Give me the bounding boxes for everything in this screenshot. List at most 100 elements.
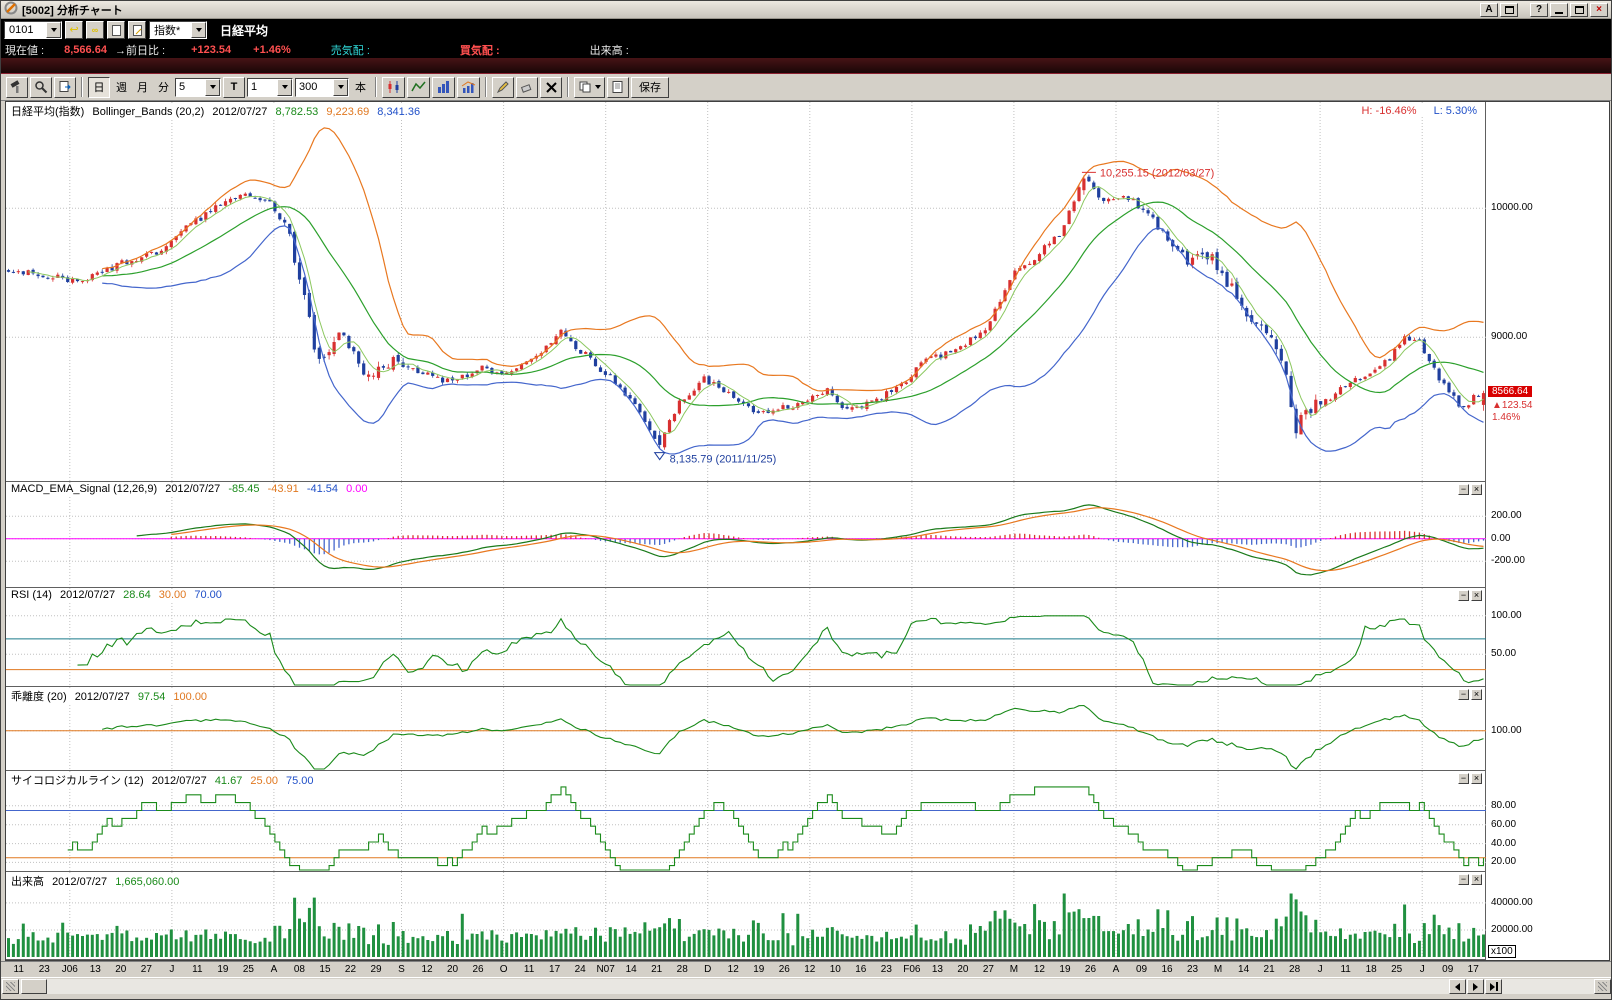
volume-value: 1,665,060.00: [115, 876, 179, 888]
time-axis: 1123J06132027J111925A08152229S122026O111…: [1, 961, 1611, 977]
grid-toggle-button[interactable]: [2, 979, 19, 994]
macd-panel: MACD_EMA_Signal (12,26,9) 2012/07/27 -85…: [6, 482, 1609, 588]
panel-close-button[interactable]: ×: [1471, 874, 1482, 885]
panel-minimize-button[interactable]: −: [1458, 590, 1469, 601]
period-month-button[interactable]: 月: [133, 79, 152, 95]
export-button[interactable]: [54, 77, 76, 98]
scroll-end-button[interactable]: [1485, 979, 1502, 994]
clear-drawings-button[interactable]: [540, 77, 562, 98]
bar-count-select[interactable]: 300: [295, 78, 349, 97]
tick-button[interactable]: T: [223, 77, 245, 98]
panel-close-button[interactable]: ×: [1471, 484, 1482, 495]
minimize-button[interactable]: [1550, 3, 1568, 17]
chevron-down-icon[interactable]: [205, 79, 220, 96]
interval-select[interactable]: 1: [247, 78, 293, 97]
save-button[interactable]: 保存: [631, 77, 669, 98]
page-edit-icon: [133, 25, 142, 36]
scrollbar-thumb[interactable]: [21, 979, 47, 994]
price-chart-plot[interactable]: 日経平均(指数) Bollinger_Bands (20,2) 2012/07/…: [6, 102, 1486, 482]
resize-grip[interactable]: [1594, 979, 1611, 994]
panel-minimize-button[interactable]: −: [1458, 874, 1469, 885]
ask-label: 売気配 :: [331, 42, 370, 58]
restore-button[interactable]: [1570, 3, 1588, 17]
axis-tick: 20.00: [1491, 856, 1516, 867]
bars-line-icon: [461, 80, 476, 94]
back-button[interactable]: ↩: [65, 21, 83, 39]
chevron-down-icon[interactable]: [191, 22, 206, 38]
price-change-pct-tag: 1.46%: [1492, 412, 1520, 423]
scroll-left-button[interactable]: [1449, 979, 1466, 994]
code-select[interactable]: 0101: [4, 21, 62, 39]
category-select[interactable]: 指数*: [149, 21, 207, 39]
axis-tick: 40.00: [1491, 838, 1516, 849]
volume-plot[interactable]: 出来高 2012/07/27 1,665,060.00 −×: [6, 872, 1486, 960]
app-window: [5002] 分析チャート A ? × 0101 ↩ ∞ 指数* 日経平均 現在…: [0, 0, 1612, 1000]
chevron-down-icon[interactable]: [277, 79, 292, 96]
legend-date: 2012/07/27: [212, 106, 267, 118]
time-axis-label: 26: [1085, 964, 1096, 975]
rsi-axis: 100.0050.00: [1486, 588, 1608, 687]
scrollbar-track[interactable]: [1, 979, 1611, 994]
price-change-tag: ▲123.54: [1492, 400, 1532, 411]
arrow-right-icon: [1473, 983, 1478, 991]
bar-count-value: 300: [296, 81, 333, 93]
help-button[interactable]: ?: [1530, 3, 1548, 17]
separator-band: [1, 58, 1611, 74]
panel-window-buttons: −×: [1458, 590, 1482, 601]
category-value: 指数*: [150, 22, 191, 38]
export-page-icon: [58, 80, 72, 94]
layout-button[interactable]: [607, 77, 629, 98]
scroll-right-button[interactable]: [1467, 979, 1484, 994]
bar-chart-icon: [436, 80, 451, 94]
time-axis-label: 12: [1034, 964, 1045, 975]
macd-plot[interactable]: MACD_EMA_Signal (12,26,9) 2012/07/27 -85…: [6, 482, 1486, 588]
panel-minimize-button[interactable]: −: [1458, 689, 1469, 700]
psych-plot[interactable]: サイコロジカルライン (12) 2012/07/27 41.67 25.00 7…: [6, 771, 1486, 872]
chevron-down-icon[interactable]: [333, 79, 348, 96]
copy-button[interactable]: [574, 77, 605, 98]
axis-tick: 10000.00: [1491, 202, 1533, 213]
axis-tick: 200.00: [1491, 510, 1522, 521]
time-axis-label: 13: [932, 964, 943, 975]
change-pct-value: +1.46%: [253, 44, 291, 56]
font-size-button[interactable]: A: [1480, 3, 1498, 17]
pen-tool-button[interactable]: [492, 77, 514, 98]
panel-close-button[interactable]: ×: [1471, 689, 1482, 700]
period-week-button[interactable]: 週: [112, 79, 131, 95]
bar-chart-button[interactable]: [432, 77, 455, 98]
close-button[interactable]: ×: [1590, 3, 1608, 17]
panel-close-button[interactable]: ×: [1471, 773, 1482, 784]
time-axis-label: 27: [141, 964, 152, 975]
hammer-icon: [10, 80, 24, 94]
time-axis-label: M: [1010, 964, 1018, 975]
minute-select[interactable]: 5: [175, 78, 221, 97]
legend-lower-band: 8,341.36: [377, 106, 420, 118]
eraser-button[interactable]: [516, 77, 538, 98]
panel-close-button[interactable]: ×: [1471, 590, 1482, 601]
line-chart-button[interactable]: [407, 77, 430, 98]
search-button[interactable]: ∞: [86, 21, 104, 39]
candle-chart-button[interactable]: [382, 77, 405, 98]
edit-memo-button[interactable]: [128, 21, 146, 39]
time-axis-label: 11: [14, 964, 24, 975]
memo-button[interactable]: [107, 21, 125, 39]
psych-panel: サイコロジカルライン (12) 2012/07/27 41.67 25.00 7…: [6, 771, 1609, 872]
panel-minimize-button[interactable]: −: [1458, 773, 1469, 784]
period-minute-button[interactable]: 分: [154, 79, 173, 95]
window-layout-button[interactable]: [1500, 3, 1518, 17]
panel-minimize-button[interactable]: −: [1458, 484, 1469, 495]
zoom-tool-button[interactable]: [30, 77, 52, 98]
volume-axis: x100 40000.0020000.00: [1486, 872, 1608, 960]
settings-tool-button[interactable]: [6, 77, 28, 98]
period-day-button[interactable]: 日: [88, 77, 110, 98]
mixed-chart-button[interactable]: [457, 77, 480, 98]
axis-tick: 0.00: [1491, 533, 1510, 544]
panel-window-buttons: −×: [1458, 689, 1482, 700]
time-axis-label: 28: [677, 964, 688, 975]
axis-tick: 100.00: [1491, 725, 1522, 736]
rsi-plot[interactable]: RSI (14) 2012/07/27 28.64 30.00 70.00 −×: [6, 588, 1486, 687]
time-axis-label: J: [1420, 964, 1425, 975]
chevron-down-icon[interactable]: [46, 22, 61, 38]
kairi-plot[interactable]: 乖離度 (20) 2012/07/27 97.54 100.00 −×: [6, 687, 1486, 771]
page-icon: [611, 80, 625, 94]
